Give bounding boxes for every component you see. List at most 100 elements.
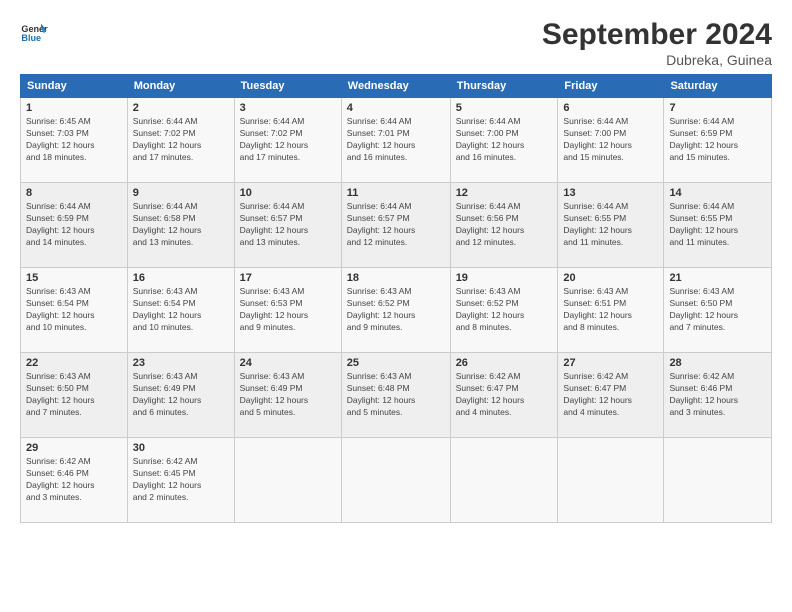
calendar-header-row: Sunday Monday Tuesday Wednesday Thursday… <box>21 75 772 98</box>
day-detail: Sunrise: 6:44 AMSunset: 7:01 PMDaylight:… <box>347 116 445 164</box>
calendar-cell <box>664 438 772 523</box>
calendar-cell: 14 Sunrise: 6:44 AMSunset: 6:55 PMDayligh… <box>664 183 772 268</box>
calendar-cell: 13 Sunrise: 6:44 AMSunset: 6:55 PMDayligh… <box>558 183 664 268</box>
day-detail: Sunrise: 6:45 AMSunset: 7:03 PMDaylight:… <box>26 116 122 164</box>
day-detail: Sunrise: 6:42 AMSunset: 6:46 PMDaylight:… <box>669 371 766 419</box>
calendar-cell: 18 Sunrise: 6:43 AMSunset: 6:52 PMDayligh… <box>341 268 450 353</box>
calendar-cell <box>234 438 341 523</box>
day-detail: Sunrise: 6:44 AMSunset: 7:00 PMDaylight:… <box>456 116 553 164</box>
day-detail: Sunrise: 6:43 AMSunset: 6:52 PMDaylight:… <box>456 286 553 334</box>
calendar-week-5: 29 Sunrise: 6:42 AMSunset: 6:46 PMDayligh… <box>21 438 772 523</box>
day-number: 15 <box>26 272 122 284</box>
calendar-cell: 4 Sunrise: 6:44 AMSunset: 7:01 PMDaylight… <box>341 98 450 183</box>
calendar-cell: 7Sunrise: 6:44 AMSunset: 6:59 PMDaylight… <box>664 98 772 183</box>
col-friday: Friday <box>558 75 664 98</box>
day-detail: Sunrise: 6:44 AMSunset: 6:56 PMDaylight:… <box>456 201 553 249</box>
day-detail: Sunrise: 6:44 AMSunset: 7:02 PMDaylight:… <box>240 116 336 164</box>
calendar-cell: 5 Sunrise: 6:44 AMSunset: 7:00 PMDaylight… <box>450 98 558 183</box>
svg-text:Blue: Blue <box>21 33 41 43</box>
day-number: 8 <box>26 187 122 199</box>
calendar-cell: 9 Sunrise: 6:44 AMSunset: 6:58 PMDaylight… <box>127 183 234 268</box>
day-number: 17 <box>240 272 336 284</box>
day-detail: Sunrise: 6:43 AMSunset: 6:52 PMDaylight:… <box>347 286 445 334</box>
subtitle: Dubreka, Guinea <box>542 52 772 68</box>
main-title: September 2024 <box>542 18 772 52</box>
day-number: 28 <box>669 357 766 369</box>
day-detail: Sunrise: 6:42 AMSunset: 6:47 PMDaylight:… <box>563 371 658 419</box>
day-number: 9 <box>133 187 229 199</box>
logo-icon: General Blue <box>20 18 48 46</box>
calendar-cell: 17Sunrise: 6:43 AMSunset: 6:53 PMDayligh… <box>234 268 341 353</box>
day-number: 14 <box>669 187 766 199</box>
day-number: 13 <box>563 187 658 199</box>
day-number: 12 <box>456 187 553 199</box>
calendar-cell <box>450 438 558 523</box>
day-detail: Sunrise: 6:44 AMSunset: 6:58 PMDaylight:… <box>133 201 229 249</box>
day-number: 16 <box>133 272 229 284</box>
calendar-cell: 28 Sunrise: 6:42 AMSunset: 6:46 PMDayligh… <box>664 353 772 438</box>
calendar-cell: 23Sunrise: 6:43 AMSunset: 6:49 PMDayligh… <box>127 353 234 438</box>
calendar-cell: 1 Sunrise: 6:45 AMSunset: 7:03 PMDaylight… <box>21 98 128 183</box>
day-detail: Sunrise: 6:43 AMSunset: 6:50 PMDaylight:… <box>669 286 766 334</box>
day-detail: Sunrise: 6:44 AMSunset: 7:02 PMDaylight:… <box>133 116 229 164</box>
calendar-cell: 24 Sunrise: 6:43 AMSunset: 6:49 PMDayligh… <box>234 353 341 438</box>
calendar-cell <box>558 438 664 523</box>
day-detail: Sunrise: 6:43 AMSunset: 6:50 PMDaylight:… <box>26 371 122 419</box>
day-number: 22 <box>26 357 122 369</box>
day-detail: Sunrise: 6:44 AMSunset: 6:57 PMDaylight:… <box>240 201 336 249</box>
col-tuesday: Tuesday <box>234 75 341 98</box>
day-number: 19 <box>456 272 553 284</box>
page: General Blue September 2024 Dubreka, Gui… <box>0 0 792 612</box>
day-detail: Sunrise: 6:42 AMSunset: 6:45 PMDaylight:… <box>133 456 229 504</box>
day-number: 27 <box>563 357 658 369</box>
day-number: 5 <box>456 102 553 114</box>
col-monday: Monday <box>127 75 234 98</box>
calendar-cell: 25 Sunrise: 6:43 AMSunset: 6:48 PMDayligh… <box>341 353 450 438</box>
col-thursday: Thursday <box>450 75 558 98</box>
day-number: 20 <box>563 272 658 284</box>
day-number: 6 <box>563 102 658 114</box>
day-number: 21 <box>669 272 766 284</box>
day-number: 7 <box>669 102 766 114</box>
day-number: 1 <box>26 102 122 114</box>
day-detail: Sunrise: 6:44 AMSunset: 6:55 PMDaylight:… <box>669 201 766 249</box>
calendar-cell: 29 Sunrise: 6:42 AMSunset: 6:46 PMDayligh… <box>21 438 128 523</box>
logo: General Blue <box>20 18 48 46</box>
day-number: 25 <box>347 357 445 369</box>
calendar-cell: 10Sunrise: 6:44 AMSunset: 6:57 PMDayligh… <box>234 183 341 268</box>
day-detail: Sunrise: 6:43 AMSunset: 6:54 PMDaylight:… <box>26 286 122 334</box>
day-detail: Sunrise: 6:42 AMSunset: 6:47 PMDaylight:… <box>456 371 553 419</box>
day-number: 4 <box>347 102 445 114</box>
day-detail: Sunrise: 6:44 AMSunset: 6:57 PMDaylight:… <box>347 201 445 249</box>
day-detail: Sunrise: 6:42 AMSunset: 6:46 PMDaylight:… <box>26 456 122 504</box>
day-number: 18 <box>347 272 445 284</box>
calendar-cell: 27 Sunrise: 6:42 AMSunset: 6:47 PMDayligh… <box>558 353 664 438</box>
day-number: 11 <box>347 187 445 199</box>
day-detail: Sunrise: 6:43 AMSunset: 6:51 PMDaylight:… <box>563 286 658 334</box>
calendar-cell: 3 Sunrise: 6:44 AMSunset: 7:02 PMDaylight… <box>234 98 341 183</box>
calendar-week-2: 8 Sunrise: 6:44 AMSunset: 6:59 PMDaylight… <box>21 183 772 268</box>
calendar-cell: 8 Sunrise: 6:44 AMSunset: 6:59 PMDaylight… <box>21 183 128 268</box>
day-number: 2 <box>133 102 229 114</box>
col-wednesday: Wednesday <box>341 75 450 98</box>
day-detail: Sunrise: 6:44 AMSunset: 7:00 PMDaylight:… <box>563 116 658 164</box>
calendar-cell: 19 Sunrise: 6:43 AMSunset: 6:52 PMDayligh… <box>450 268 558 353</box>
calendar-cell: 11 Sunrise: 6:44 AMSunset: 6:57 PMDayligh… <box>341 183 450 268</box>
day-detail: Sunrise: 6:43 AMSunset: 6:54 PMDaylight:… <box>133 286 229 334</box>
calendar-week-3: 15 Sunrise: 6:43 AMSunset: 6:54 PMDayligh… <box>21 268 772 353</box>
day-number: 3 <box>240 102 336 114</box>
day-detail: Sunrise: 6:43 AMSunset: 6:48 PMDaylight:… <box>347 371 445 419</box>
day-detail: Sunrise: 6:44 AMSunset: 6:55 PMDaylight:… <box>563 201 658 249</box>
day-number: 29 <box>26 442 122 454</box>
day-number: 30 <box>133 442 229 454</box>
calendar-cell: 20 Sunrise: 6:43 AMSunset: 6:51 PMDayligh… <box>558 268 664 353</box>
calendar-week-1: 1 Sunrise: 6:45 AMSunset: 7:03 PMDaylight… <box>21 98 772 183</box>
calendar-cell: 12 Sunrise: 6:44 AMSunset: 6:56 PMDayligh… <box>450 183 558 268</box>
day-detail: Sunrise: 6:44 AMSunset: 6:59 PMDaylight:… <box>26 201 122 249</box>
day-number: 26 <box>456 357 553 369</box>
title-block: September 2024 Dubreka, Guinea <box>542 18 772 68</box>
calendar-cell: 15 Sunrise: 6:43 AMSunset: 6:54 PMDayligh… <box>21 268 128 353</box>
calendar-table: Sunday Monday Tuesday Wednesday Thursday… <box>20 74 772 523</box>
day-number: 24 <box>240 357 336 369</box>
day-detail: Sunrise: 6:43 AMSunset: 6:49 PMDaylight:… <box>240 371 336 419</box>
